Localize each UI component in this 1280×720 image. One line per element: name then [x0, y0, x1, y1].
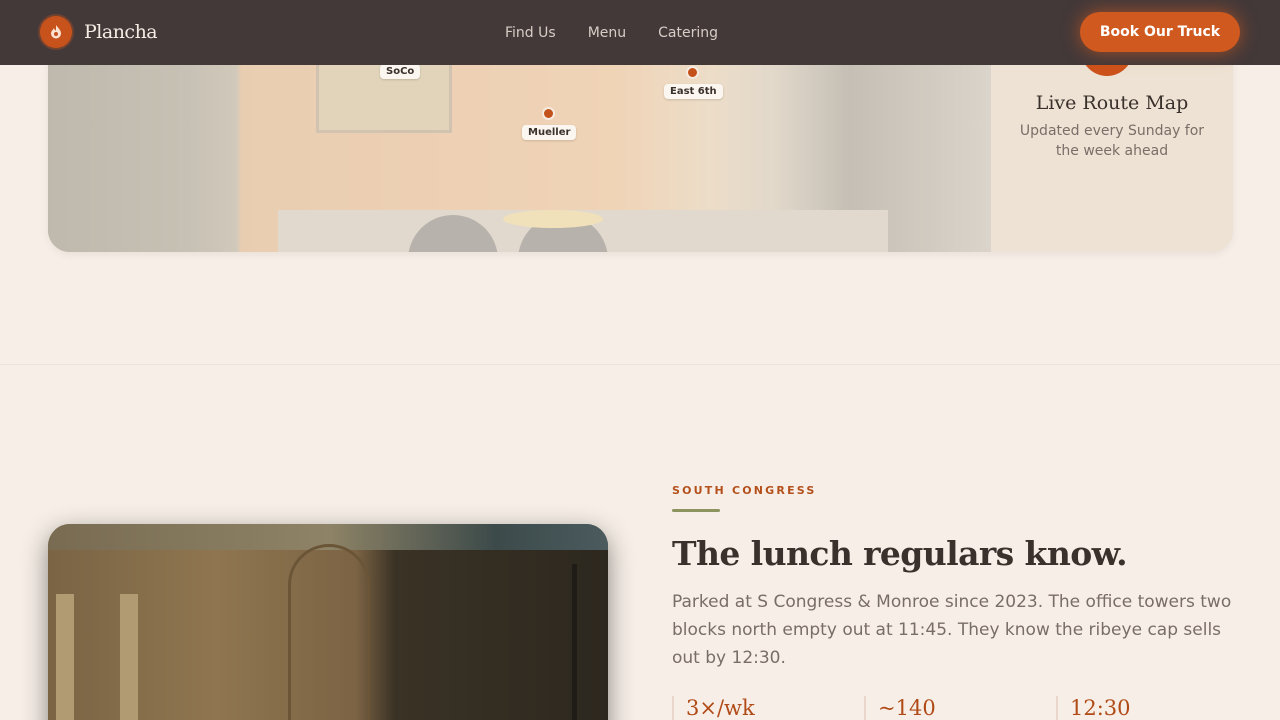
- top-nav: Plancha Find Us Menu Catering Book Our T…: [0, 0, 1280, 65]
- nav-link-catering[interactable]: Catering: [658, 25, 718, 41]
- map-title: Live Route Map: [1035, 92, 1189, 114]
- section-headline: The lunch regulars know.: [672, 534, 1128, 573]
- building-arch: [288, 544, 370, 720]
- pin-dot: [686, 66, 699, 79]
- nav-link-menu[interactable]: Menu: [588, 25, 626, 41]
- pin-dot: [542, 107, 555, 120]
- eyebrow-rule: [672, 509, 720, 512]
- stat-frequency: 3×/wk: [672, 696, 755, 720]
- section-body: Parked at S Congress & Monroe since 2023…: [672, 592, 1232, 668]
- building-pillar: [56, 594, 74, 720]
- pin-label-mueller: Mueller: [522, 125, 577, 140]
- lamp-pole: [572, 564, 577, 720]
- flame-icon: [40, 16, 72, 48]
- section-divider: [0, 364, 1280, 365]
- map-subtitle: Updated every Sunday for the week ahead: [1019, 123, 1205, 159]
- book-truck-button[interactable]: Book Our Truck: [1080, 12, 1240, 52]
- pin-label-east-6th: East 6th: [664, 84, 723, 99]
- stat-covers: ~140: [864, 696, 936, 720]
- section-eyebrow: SOUTH CONGRESS: [672, 484, 817, 497]
- nav-link-find-us[interactable]: Find Us: [505, 25, 556, 41]
- brand-logo[interactable]: Plancha: [40, 16, 158, 48]
- nav-links: Find Us Menu Catering: [505, 0, 750, 65]
- brand-name: Plancha: [84, 21, 158, 43]
- pin-label-soco: SoCo: [380, 64, 421, 79]
- building-pillar: [120, 594, 138, 720]
- south-congress-photo: [48, 524, 608, 720]
- map-pin-east-6th[interactable]: East 6th: [664, 66, 723, 99]
- stat-sellout-time: 12:30: [1056, 696, 1131, 720]
- map-pin-mueller[interactable]: Mueller: [522, 107, 577, 140]
